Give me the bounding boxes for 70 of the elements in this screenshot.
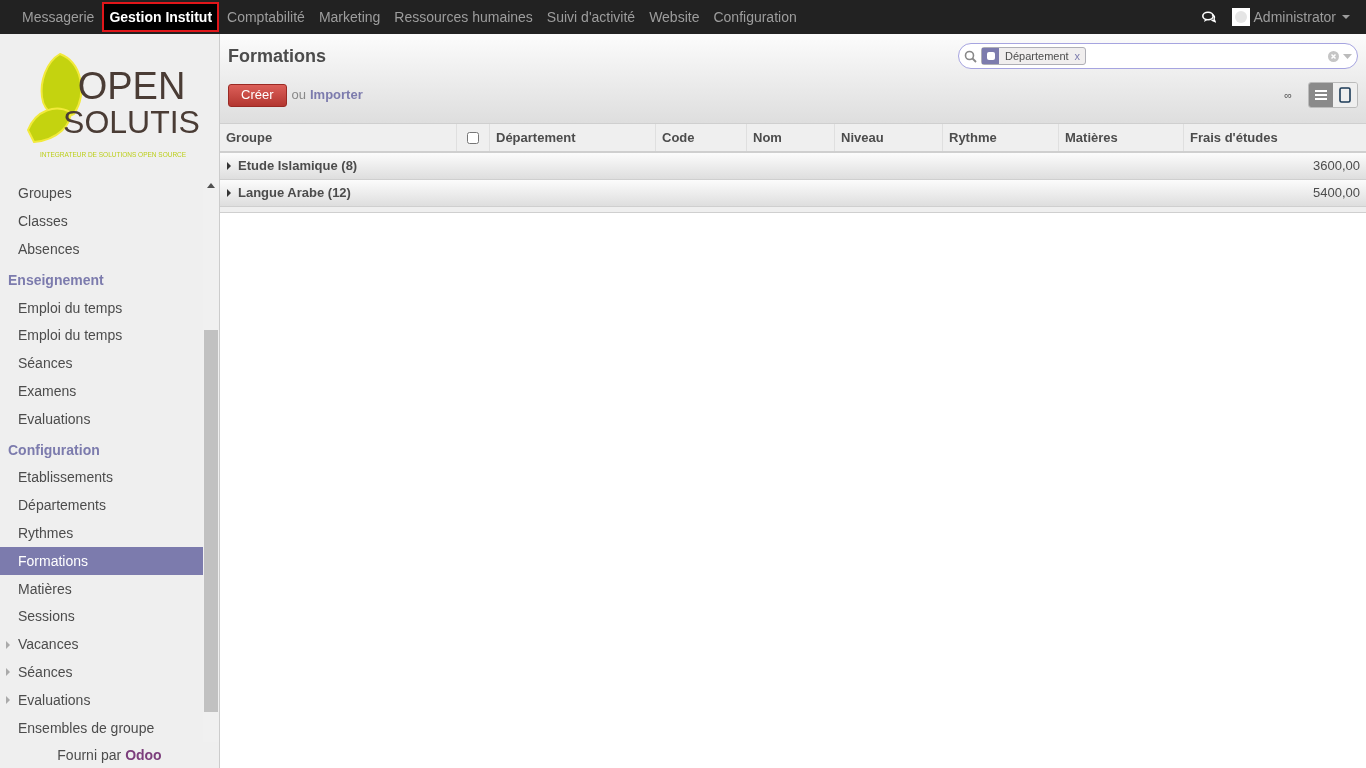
caret-icon [5, 668, 11, 677]
group-total: 3600,00 [1313, 157, 1360, 176]
sidebar-item[interactable]: Classes [0, 207, 203, 236]
sidebar-item[interactable]: Formations [0, 547, 203, 576]
group-by-icon [982, 48, 999, 64]
sidebar-item[interactable]: Etablissements [0, 464, 203, 492]
sidebar-item[interactable]: Départements [0, 491, 203, 520]
sidebar-folder-item[interactable]: Vacances [0, 630, 203, 659]
sidebar-item[interactable]: Absences [0, 235, 203, 264]
scroll-up-icon[interactable] [207, 183, 215, 188]
pager-text: ∞ [1284, 87, 1292, 103]
sidebar-item[interactable]: Rythmes [0, 519, 203, 548]
sidebar-item[interactable]: Matières [0, 575, 203, 603]
column-header[interactable]: Code [662, 127, 695, 148]
search-icon [964, 49, 977, 63]
create-button[interactable]: Créer [228, 83, 287, 107]
sidebar-item[interactable]: Examens [0, 377, 203, 406]
user-menu[interactable]: Administrator [1253, 6, 1350, 28]
footer-text: Fourni par [57, 745, 122, 765]
sidebar-section-title: Configuration [7, 441, 101, 461]
column-header[interactable]: Rythme [949, 127, 997, 148]
column-header[interactable]: Niveau [841, 127, 884, 148]
column-header[interactable]: Groupe [226, 127, 273, 148]
top-menu-item[interactable]: Gestion Institut [102, 2, 220, 32]
logo-text: SOLUTIS [63, 105, 200, 139]
sidebar-folder-item[interactable]: Evaluations [0, 686, 203, 715]
group-label: Langue Arabe (12) [238, 184, 351, 203]
sidebar-section-title: Enseignement [7, 271, 105, 291]
sidebar-item[interactable]: Ensembles de groupe [0, 714, 203, 742]
kanban-view-button[interactable] [1333, 83, 1357, 107]
group-label: Etude Islamique (8) [238, 157, 358, 176]
sidebar-item[interactable]: Séances [0, 349, 203, 378]
sidebar-item[interactable]: Sessions [0, 603, 203, 631]
caret-icon [226, 189, 232, 197]
sidebar-item[interactable]: Emploi du temps [0, 294, 203, 322]
avatar-icon [1231, 8, 1250, 26]
list-icon [1315, 90, 1327, 100]
sidebar-item[interactable]: Emploi du temps [0, 322, 203, 350]
column-header[interactable]: Nom [753, 127, 782, 148]
column-header[interactable]: Matières [1065, 127, 1118, 148]
caret-icon [1342, 15, 1350, 19]
caret-icon [226, 162, 232, 170]
column-header[interactable]: Département [496, 127, 576, 148]
select-all-checkbox[interactable] [467, 131, 479, 144]
top-menu-item[interactable]: Website [643, 2, 706, 32]
caret-icon [5, 696, 11, 705]
sidebar-item[interactable]: Groupes [0, 180, 203, 208]
sidebar-item[interactable]: Evaluations [0, 405, 203, 434]
search-facet[interactable]: Département x [981, 47, 1087, 65]
facet-remove[interactable]: x [1074, 47, 1086, 65]
group-row[interactable]: Langue Arabe (12) 5400,00 [220, 180, 1366, 207]
page-title: Formations [228, 44, 326, 68]
top-menu-item[interactable]: Comptabilité [221, 2, 311, 32]
top-menu-item[interactable]: Ressources humaines [388, 2, 539, 32]
list-view-button[interactable] [1309, 83, 1333, 107]
column-header[interactable]: Frais d'études [1190, 127, 1278, 148]
top-menu-item[interactable]: Configuration [707, 2, 803, 32]
top-menu-item[interactable]: Suivi d'activité [540, 2, 642, 32]
sidebar-folder-item[interactable]: Séances [0, 658, 203, 687]
group-total: 5400,00 [1313, 184, 1360, 203]
top-menu-item[interactable]: Messagerie [16, 2, 101, 32]
or-text: ou [291, 86, 306, 105]
group-row[interactable]: Etude Islamique (8) 3600,00 [220, 153, 1366, 180]
tablet-icon [1339, 87, 1351, 103]
top-menu-item[interactable]: Marketing [312, 2, 387, 32]
search-field[interactable]: Département x [958, 43, 1358, 69]
chat-bubbles-icon[interactable] [1201, 11, 1216, 23]
facet-label: Département [1004, 48, 1070, 64]
caret-icon [5, 640, 11, 649]
odoo-link[interactable]: Odoo [125, 744, 162, 766]
